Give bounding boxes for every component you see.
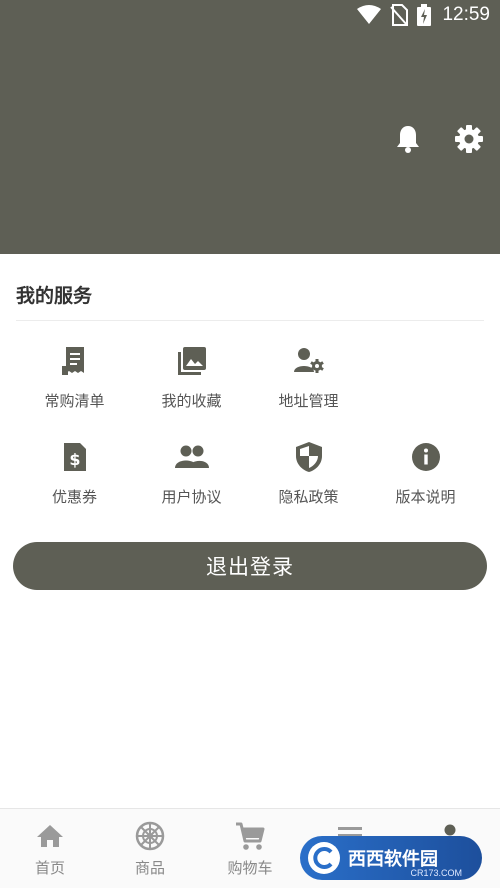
service-label: 用户协议 [161, 488, 222, 506]
battery-charging-icon [417, 4, 432, 26]
service-label: 优惠券 [51, 488, 97, 506]
wheel-icon [135, 821, 165, 851]
service-version-notes[interactable]: 版本说明 [367, 432, 484, 528]
logout-button[interactable]: 退出登录 [13, 542, 487, 590]
tab-products[interactable]: 商品 [100, 809, 200, 888]
watermark-subtext: CR173.COM [410, 868, 462, 878]
image-collection-icon [175, 344, 209, 378]
watermark-c-icon [308, 842, 340, 874]
shield-icon [292, 440, 326, 474]
receipt-icon [58, 344, 92, 378]
service-coupon[interactable]: $ 优惠券 [16, 432, 133, 528]
no-sim-icon [390, 4, 409, 26]
coupon-icon: $ [58, 440, 92, 474]
services-grid: 常购清单 我的收藏 地址管理 $ 优惠券 用户协议 隐私政策 版本说明 [16, 336, 484, 528]
tab-label: 商品 [134, 859, 165, 877]
tab-cart[interactable]: 购物车 [200, 809, 300, 888]
people-icon [174, 440, 209, 474]
services-title: 我的服务 [16, 285, 93, 307]
tab-label: 购物车 [227, 859, 273, 877]
tab-label: 首页 [34, 859, 65, 877]
service-label: 隐私政策 [278, 488, 339, 506]
service-label: 常购清单 [44, 392, 105, 410]
profile-header: 12:59 [0, 0, 500, 254]
status-time: 12:59 [442, 4, 490, 25]
tab-home[interactable]: 首页 [0, 809, 100, 888]
service-user-agreement[interactable]: 用户协议 [133, 432, 250, 528]
cart-icon [235, 821, 265, 851]
service-frequent-list[interactable]: 常购清单 [16, 336, 133, 432]
divider [16, 320, 484, 321]
notifications-button[interactable] [391, 124, 425, 158]
user-settings-icon [292, 344, 326, 378]
service-label: 地址管理 [278, 392, 339, 410]
gear-icon [454, 124, 484, 158]
wifi-icon [357, 5, 382, 25]
settings-button[interactable] [452, 124, 486, 158]
svg-text:$: $ [69, 450, 80, 469]
service-label: 我的收藏 [161, 392, 222, 410]
service-address[interactable]: 地址管理 [250, 336, 367, 432]
service-label: 版本说明 [395, 488, 456, 506]
watermark-logo: 西西软件园 CR173.COM [300, 836, 482, 880]
bell-icon [395, 124, 421, 158]
info-icon [409, 440, 443, 474]
service-privacy-policy[interactable]: 隐私政策 [250, 432, 367, 528]
status-bar: 12:59 [0, 0, 500, 34]
home-icon [35, 821, 65, 851]
service-favorites[interactable]: 我的收藏 [133, 336, 250, 432]
